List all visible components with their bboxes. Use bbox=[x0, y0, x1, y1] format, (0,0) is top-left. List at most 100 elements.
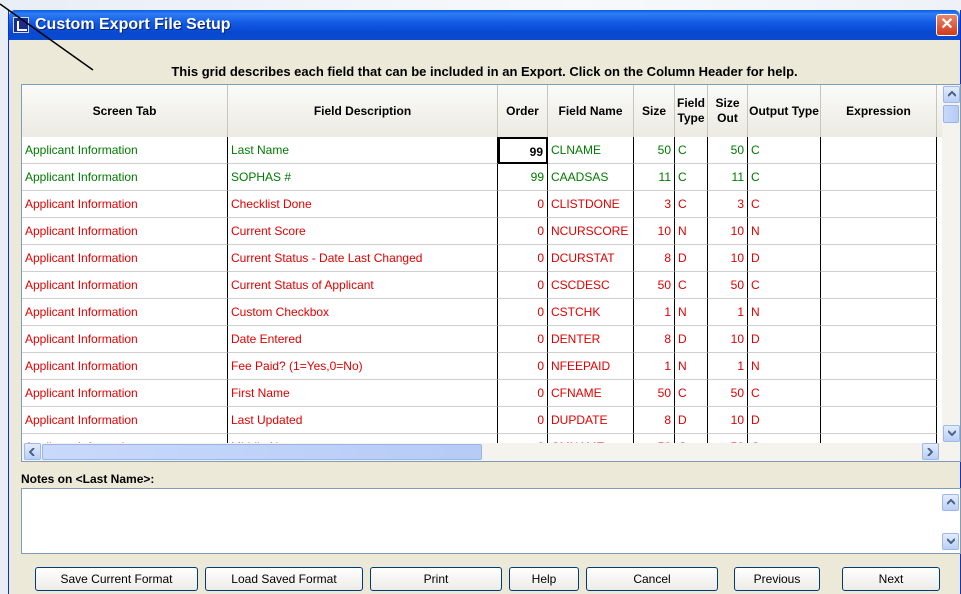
cell-expr[interactable] bbox=[821, 164, 937, 191]
scroll-left-icon[interactable] bbox=[24, 443, 41, 460]
cell-size[interactable]: 10 bbox=[634, 218, 675, 245]
cell-desc[interactable]: Current Status of Applicant bbox=[228, 272, 498, 299]
cell-sout[interactable]: 50 bbox=[708, 380, 748, 407]
cell-ftype[interactable]: N bbox=[675, 353, 708, 380]
help-button[interactable]: Help bbox=[509, 567, 579, 591]
cell-field[interactable]: CLNAME bbox=[548, 137, 634, 164]
column-header-otype[interactable]: Output Type bbox=[748, 85, 821, 137]
cell-field[interactable]: DUPDATE bbox=[548, 407, 634, 434]
column-header-ftype[interactable]: Field Type bbox=[675, 85, 708, 137]
cell-ftype[interactable]: C bbox=[675, 164, 708, 191]
previous-button[interactable]: Previous bbox=[734, 567, 820, 591]
cell-order[interactable]: 0 bbox=[498, 326, 548, 353]
cell-sout[interactable]: 10 bbox=[708, 407, 748, 434]
cell-otype[interactable]: D bbox=[748, 245, 821, 272]
cell-tab[interactable]: Applicant Information bbox=[22, 326, 228, 353]
table-row[interactable]: Applicant Information SOPHAS #99 CAADSAS 11… bbox=[22, 164, 942, 191]
cell-otype[interactable]: D bbox=[748, 407, 821, 434]
cell-sout[interactable]: 10 bbox=[708, 245, 748, 272]
cell-tab[interactable]: Applicant Information bbox=[22, 245, 228, 272]
cell-order[interactable]: 0 bbox=[498, 218, 548, 245]
column-header-size[interactable]: Size bbox=[634, 85, 675, 137]
cell-ftype[interactable]: D bbox=[675, 245, 708, 272]
cell-otype[interactable]: D bbox=[748, 326, 821, 353]
cell-order[interactable]: 0 bbox=[498, 191, 548, 218]
cell-size[interactable]: 3 bbox=[634, 191, 675, 218]
cell-tab[interactable]: Applicant Information bbox=[22, 191, 228, 218]
notes-scroll-up-icon[interactable] bbox=[942, 494, 959, 511]
cell-tab[interactable]: Applicant Information bbox=[22, 299, 228, 326]
table-row[interactable]: Applicant Information Date Entered 0 DENTER… bbox=[22, 326, 942, 353]
notes-scroll-down-icon[interactable] bbox=[942, 533, 959, 550]
column-header-expr[interactable]: Expression bbox=[821, 85, 937, 137]
cell-otype[interactable]: N bbox=[748, 218, 821, 245]
cell-sout[interactable]: 50 bbox=[708, 272, 748, 299]
cell-order[interactable]: 0 bbox=[498, 353, 548, 380]
cell-expr[interactable] bbox=[821, 245, 937, 272]
cell-sout[interactable]: 10 bbox=[708, 218, 748, 245]
cell-desc[interactable]: Checklist Done bbox=[228, 191, 498, 218]
cell-tab[interactable]: Applicant Information bbox=[22, 407, 228, 434]
cell-expr[interactable] bbox=[821, 137, 937, 164]
cell-ftype[interactable]: C bbox=[675, 191, 708, 218]
cell-tab[interactable]: Applicant Information bbox=[22, 164, 228, 191]
cell-field[interactable]: CSTCHK bbox=[548, 299, 634, 326]
cell-field[interactable]: NCURSCORE bbox=[548, 218, 634, 245]
cell-sout[interactable]: 11 bbox=[708, 164, 748, 191]
cell-desc[interactable]: Date Entered bbox=[228, 326, 498, 353]
cell-size[interactable]: 50 bbox=[634, 137, 675, 164]
scroll-up-icon[interactable] bbox=[943, 86, 960, 103]
cell-expr[interactable] bbox=[821, 380, 937, 407]
vertical-scrollbar[interactable] bbox=[942, 85, 960, 443]
cell-size[interactable]: 1 bbox=[634, 299, 675, 326]
cell-size[interactable]: 50 bbox=[634, 272, 675, 299]
cell-ftype[interactable]: N bbox=[675, 299, 708, 326]
next-button[interactable]: Next bbox=[842, 567, 940, 591]
cell-otype[interactable]: C bbox=[748, 137, 821, 164]
cell-sout[interactable]: 10 bbox=[708, 326, 748, 353]
title-bar[interactable]: Custom Export File Setup ✕ bbox=[9, 10, 960, 40]
scroll-down-icon[interactable] bbox=[943, 425, 960, 442]
column-header-sout[interactable]: Size Out bbox=[708, 85, 748, 137]
cell-desc[interactable]: First Name bbox=[228, 380, 498, 407]
cell-order[interactable]: 99 bbox=[498, 137, 548, 164]
table-row[interactable]: Applicant Information Current Score 0 NCURS… bbox=[22, 218, 942, 245]
cell-order[interactable]: 0 bbox=[498, 407, 548, 434]
cell-ftype[interactable]: D bbox=[675, 326, 708, 353]
table-row[interactable]: Applicant Information Current Status - Da… bbox=[22, 245, 942, 272]
horizontal-scrollbar[interactable] bbox=[22, 443, 960, 461]
cell-field[interactable]: DENTER bbox=[548, 326, 634, 353]
cell-ftype[interactable]: C bbox=[675, 137, 708, 164]
cell-expr[interactable] bbox=[821, 191, 937, 218]
cell-size[interactable]: 8 bbox=[634, 245, 675, 272]
cell-order[interactable]: 0 bbox=[498, 245, 548, 272]
table-row[interactable]: Applicant Information Last Name 99 CLNAME 50… bbox=[22, 137, 942, 164]
cell-size[interactable]: 8 bbox=[634, 326, 675, 353]
cell-sout[interactable]: 50 bbox=[708, 137, 748, 164]
cell-tab[interactable]: Applicant Information bbox=[22, 272, 228, 299]
cell-ftype[interactable]: C bbox=[675, 272, 708, 299]
cell-tab[interactable]: Applicant Information bbox=[22, 137, 228, 164]
cell-ftype[interactable]: N bbox=[675, 218, 708, 245]
cell-order[interactable]: 0 bbox=[498, 299, 548, 326]
cell-ftype[interactable]: C bbox=[675, 380, 708, 407]
cell-desc[interactable]: Current Score bbox=[228, 218, 498, 245]
cell-field[interactable]: CAADSAS bbox=[548, 164, 634, 191]
cell-otype[interactable]: N bbox=[748, 353, 821, 380]
cell-order[interactable]: 0 bbox=[498, 272, 548, 299]
cell-desc[interactable]: SOPHAS # bbox=[228, 164, 498, 191]
cell-field[interactable]: DCURSTAT bbox=[548, 245, 634, 272]
cell-field[interactable]: CSCDESC bbox=[548, 272, 634, 299]
cell-size[interactable]: 1 bbox=[634, 353, 675, 380]
column-header-tab[interactable]: Screen Tab bbox=[22, 85, 228, 137]
column-header-desc[interactable]: Field Description bbox=[228, 85, 498, 137]
table-row[interactable]: Applicant Information First Name 0 CFNAME 50… bbox=[22, 380, 942, 407]
cell-field[interactable]: CLISTDONE bbox=[548, 191, 634, 218]
export-fields-grid[interactable]: Screen Tab Field Description Order Field Na… bbox=[21, 84, 961, 462]
cell-otype[interactable]: C bbox=[748, 191, 821, 218]
load-saved-format-button[interactable]: Load Saved Format bbox=[205, 567, 363, 591]
table-row[interactable]: Applicant Information Current Status of A… bbox=[22, 272, 942, 299]
cell-expr[interactable] bbox=[821, 353, 937, 380]
cell-sout[interactable]: 1 bbox=[708, 353, 748, 380]
table-row[interactable]: Applicant Information Fee Paid? (1=Yes,0=… bbox=[22, 353, 942, 380]
